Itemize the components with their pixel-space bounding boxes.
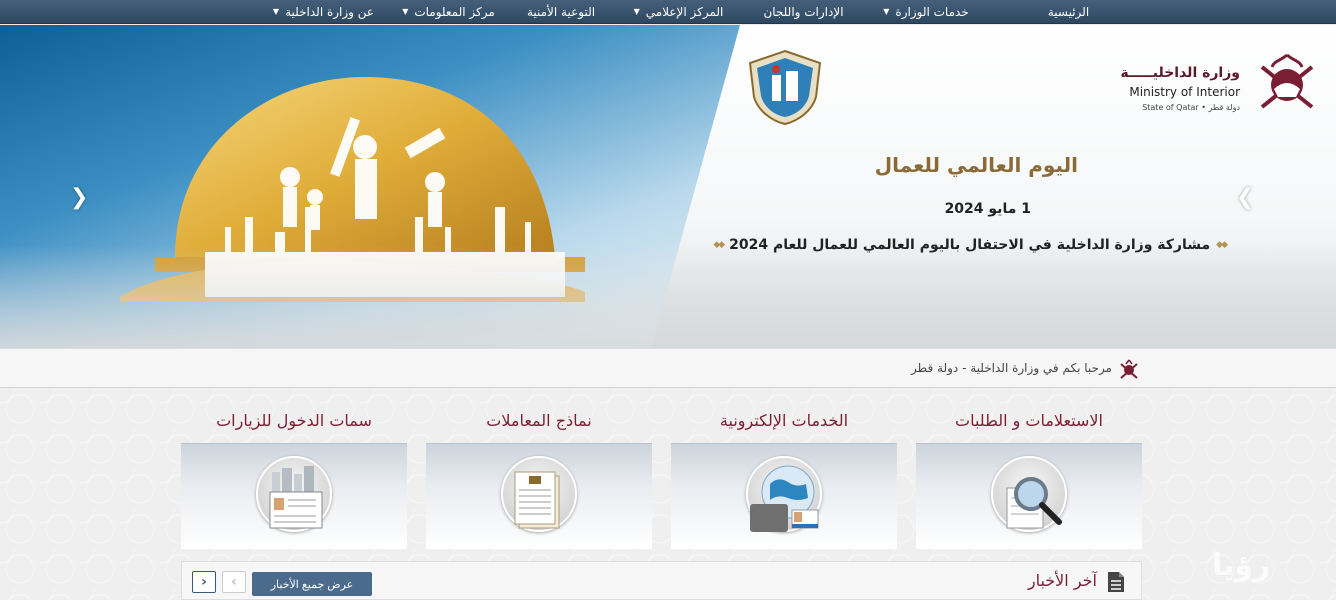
tile-title: الاستعلامات و الطلبات (955, 411, 1103, 430)
slide-date: 1 مايو 2024 (944, 201, 1031, 217)
nav-home-label: الرئيسية (1047, 4, 1090, 19)
qatar-emblem-icon (1260, 53, 1314, 109)
ministry-name-ar: وزارة الداخليـــــة (1120, 65, 1240, 81)
hero-slider: ❮ ❯ وزارة الداخليـــــة Ministry of Inte… (0, 25, 1336, 348)
main-content: الاستعلامات و الطلبات الخدمات الإلكتروني… (0, 389, 1336, 600)
caret-down-icon: ▼ (883, 6, 890, 16)
tile-image-frame (256, 456, 332, 532)
ministry-logo: وزارة الداخليـــــة Ministry of Interior… (1120, 47, 1322, 137)
nav-info-center-label: مركز المعلومات (414, 4, 495, 19)
chevron-left-icon: ‹ (201, 574, 207, 590)
tile-transaction-forms: نماذج المعاملات (426, 389, 652, 549)
tile-e-services: الخدمات الإلكترونية (671, 389, 897, 549)
tile-visas-button[interactable] (181, 443, 407, 549)
hero-bottom-fade (0, 245, 1336, 348)
tile-inquiries-button[interactable] (916, 443, 1142, 549)
slider-prev-arrow[interactable]: ❮ (70, 185, 88, 210)
slider-next-arrow[interactable]: ❯ (1236, 185, 1254, 210)
slide-caption-text: مشاركة وزارة الداخلية في الاحتفال باليوم… (729, 237, 1211, 253)
diamond-bullet-icon: ◆◆ (713, 240, 725, 250)
magnifier-icon (1006, 477, 1062, 529)
tile-inquiries-requests: الاستعلامات و الطلبات (916, 389, 1142, 549)
top-navigation: الرئيسية خدمات الوزارة ▼ الإدارات واللجا… (0, 0, 1336, 24)
forms-icon (514, 471, 560, 529)
tile-entry-visas: سمات الدخول للزيارات (181, 389, 407, 549)
nav-about[interactable]: عن وزارة الداخلية ▼ (261, 0, 386, 24)
tile-image-frame (501, 456, 577, 532)
chevron-right-icon: ❯ (1236, 185, 1255, 210)
nav-info-center[interactable]: مركز المعلومات ▼ (386, 0, 511, 24)
watermark-logo: رؤيا (1212, 548, 1271, 583)
visa-documents-icon (269, 466, 323, 529)
globe-card-icon (750, 465, 819, 532)
slide-title: اليوم العالمي للعمال (874, 153, 1078, 177)
caret-down-icon: ▼ (633, 6, 640, 16)
nav-media-center[interactable]: المركز الإعلامي ▼ (611, 0, 746, 24)
caret-down-icon: ▼ (402, 6, 409, 16)
state-of-qatar-label: State of Qatar • دولة قطر (1142, 103, 1240, 112)
tile-title: نماذج المعاملات (486, 411, 592, 430)
police-badge-logo (748, 49, 822, 125)
nav-home[interactable]: الرئيسية (991, 0, 1146, 24)
chevron-right-icon: › (231, 574, 237, 590)
nav-departments-label: الإدارات واللجان (763, 4, 844, 19)
tile-forms-button[interactable] (426, 443, 652, 549)
nav-media-center-label: المركز الإعلامي (645, 4, 724, 19)
news-next-button[interactable]: ‹ (192, 571, 216, 593)
diamond-bullet-icon: ◆◆ (1216, 240, 1228, 250)
welcome-text: مرحبا بكم في وزارة الداخلية - دولة قطر (911, 361, 1112, 375)
tile-image-frame (746, 456, 822, 532)
tile-e-services-button[interactable] (671, 443, 897, 549)
ministry-name-en: Ministry of Interior (1129, 85, 1240, 99)
nav-departments[interactable]: الإدارات واللجان (746, 0, 861, 24)
tile-image-frame (991, 456, 1067, 532)
nav-ministry-services[interactable]: خدمات الوزارة ▼ (861, 0, 991, 24)
document-icon (1108, 572, 1124, 592)
latest-news-title: آخر الأخبار (1027, 571, 1097, 590)
chevron-left-icon: ❮ (70, 185, 89, 210)
welcome-bar: مرحبا بكم في وزارة الداخلية - دولة قطر (0, 348, 1336, 388)
latest-news-bar: آخر الأخبار عرض جميع الأخبار › ‹ (181, 561, 1142, 600)
tile-title: سمات الدخول للزيارات (216, 411, 372, 430)
view-all-news-button[interactable]: عرض جميع الأخبار (252, 572, 372, 596)
slide-caption-link[interactable]: ◆◆ مشاركة وزارة الداخلية في الاحتفال بال… (713, 237, 1228, 253)
caret-down-icon: ▼ (272, 6, 280, 16)
news-prev-button[interactable]: › (222, 571, 246, 593)
qatar-emblem-icon (1120, 359, 1138, 379)
tile-title: الخدمات الإلكترونية (719, 411, 849, 430)
nav-ministry-services-label: خدمات الوزارة (895, 4, 969, 19)
nav-security-awareness-label: التوعية الأمنية (526, 4, 596, 19)
nav-about-label: عن وزارة الداخلية (285, 4, 375, 19)
nav-security-awareness[interactable]: التوعية الأمنية (511, 0, 611, 24)
